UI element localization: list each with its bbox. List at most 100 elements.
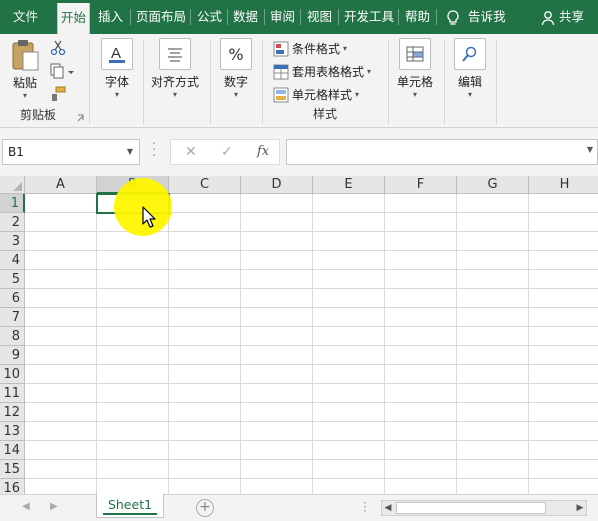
cells-icon — [399, 38, 431, 70]
tab-view[interactable]: 视图 — [307, 0, 332, 34]
lightbulb-icon — [447, 9, 459, 25]
column-header-f[interactable]: F — [385, 176, 457, 194]
share-label: 共享 — [559, 9, 585, 24]
scroll-left-arrow-icon[interactable]: ◀ — [382, 501, 394, 515]
cancel-icon[interactable]: ✕ — [185, 140, 197, 164]
format-painter-icon[interactable] — [50, 86, 66, 102]
row-header-4[interactable]: 4 — [0, 251, 25, 270]
paste-button[interactable]: 粘贴 ▾ — [8, 38, 42, 101]
number-label: 数字 — [223, 75, 248, 89]
tab-insert[interactable]: 插入 — [98, 0, 123, 34]
cells-button[interactable]: 单元格 ▾ — [395, 38, 435, 100]
scroll-right-icon[interactable]: ▶ — [50, 501, 58, 512]
row-header-15[interactable]: 15 — [0, 460, 25, 479]
dialog-launcher-icon[interactable] — [77, 114, 85, 122]
column-header-d[interactable]: D — [241, 176, 313, 194]
row-header-13[interactable]: 13 — [0, 422, 25, 441]
chevron-down-icon: ▾ — [343, 44, 348, 53]
sheet-tab-sheet1[interactable]: Sheet1 — [96, 494, 164, 518]
editing-label: 编辑 — [457, 75, 482, 89]
chevron-down-icon: ▾ — [412, 90, 417, 99]
name-box[interactable]: B1 ▼ — [2, 139, 140, 165]
scroll-right-arrow-icon[interactable]: ▶ — [574, 501, 586, 515]
row-header-3[interactable]: 3 — [0, 232, 25, 251]
cell-style-button[interactable]: 单元格样式 ▾ — [273, 86, 359, 103]
cut-icon[interactable] — [50, 40, 66, 56]
name-box-value: B1 — [8, 145, 24, 159]
column-header-e[interactable]: E — [313, 176, 385, 194]
row-header-9[interactable]: 9 — [0, 346, 25, 365]
ribbon-tab-bar: 文件 开始 插入 页面布局 公式 数据 审阅 视图 开发工具 帮助 告诉我 共享 — [0, 0, 598, 34]
tab-file[interactable]: 文件 — [13, 0, 38, 34]
tell-me-button[interactable]: 告诉我 — [446, 0, 506, 34]
scrollbar-thumb[interactable] — [396, 502, 546, 514]
column-header-a[interactable]: A — [25, 176, 97, 194]
row-header-12[interactable]: 12 — [0, 403, 25, 422]
formula-input[interactable]: ▼ — [286, 139, 598, 165]
chevron-down-icon[interactable]: ▼ — [127, 140, 133, 164]
column-header-c[interactable]: C — [169, 176, 241, 194]
tab-formulas[interactable]: 公式 — [197, 0, 222, 34]
tab-data[interactable]: 数据 — [233, 0, 258, 34]
number-button[interactable]: % 数字 ▾ — [217, 38, 255, 100]
font-button[interactable]: A 字体 ▾ — [98, 38, 136, 100]
confirm-icon[interactable]: ✓ — [221, 140, 233, 164]
sheet-tab-bar: ◀ ▶ Sheet1 + · · · ◀ ▶ — [0, 494, 598, 521]
table-format-label: 套用表格格式 — [292, 65, 365, 79]
select-all-button[interactable] — [0, 176, 25, 194]
svg-text:A: A — [111, 45, 121, 62]
clipboard-group: 粘贴 ▾ 剪贴板 — [0, 34, 88, 128]
row-header-5[interactable]: 5 — [0, 270, 25, 289]
percent-icon: % — [220, 38, 252, 70]
chevron-down-icon: ▾ — [22, 91, 27, 100]
cell-style-label: 单元格样式 — [292, 88, 353, 102]
row-header-6[interactable]: 6 — [0, 289, 25, 308]
row-header-11[interactable]: 11 — [0, 384, 25, 403]
tab-developer[interactable]: 开发工具 — [344, 0, 394, 34]
row-header-16[interactable]: 16 — [0, 479, 25, 494]
tab-help[interactable]: 帮助 — [405, 0, 430, 34]
drag-handle-icon[interactable]: · · · — [152, 138, 156, 163]
splitter-handle-icon[interactable]: · · · — [363, 497, 367, 517]
row-header-14[interactable]: 14 — [0, 441, 25, 460]
add-sheet-button[interactable]: + — [196, 499, 214, 517]
editing-button[interactable]: 编辑 ▾ — [451, 38, 489, 100]
conditional-format-icon — [273, 41, 289, 56]
scroll-left-icon[interactable]: ◀ — [22, 501, 30, 512]
insert-function-icon[interactable]: fx — [257, 140, 269, 164]
table-format-button[interactable]: 套用表格格式 ▾ — [273, 63, 371, 80]
chevron-down-icon[interactable]: ▼ — [587, 145, 593, 154]
conditional-format-button[interactable]: 条件格式 ▾ — [273, 40, 347, 57]
cell-style-icon — [273, 87, 289, 102]
search-icon — [454, 38, 486, 70]
chevron-down-icon: ▾ — [467, 90, 472, 99]
paste-label: 粘贴 — [12, 76, 37, 90]
copy-icon[interactable] — [50, 63, 74, 79]
tab-page-layout[interactable]: 页面布局 — [136, 0, 186, 34]
font-label: 字体 — [104, 75, 129, 89]
tab-home[interactable]: 开始 — [57, 3, 91, 34]
align-icon — [159, 38, 191, 70]
chevron-down-icon: ▾ — [233, 90, 238, 99]
row-header-2[interactable]: 2 — [0, 213, 25, 232]
worksheet-grid[interactable]: A B C D E F G H 1 2 3 4 5 6 7 8 9 10 11 … — [0, 176, 598, 494]
row-header-7[interactable]: 7 — [0, 308, 25, 327]
chevron-down-icon: ▾ — [114, 90, 119, 99]
row-header-10[interactable]: 10 — [0, 365, 25, 384]
row-header-1[interactable]: 1 — [0, 194, 25, 213]
tell-me-label: 告诉我 — [468, 9, 506, 24]
cells-label: 单元格 — [396, 75, 433, 89]
row-header-8[interactable]: 8 — [0, 327, 25, 346]
conditional-format-label: 条件格式 — [292, 42, 341, 56]
alignment-button[interactable]: 对齐方式 ▾ — [148, 38, 202, 100]
styles-group-label: 样式 — [312, 107, 337, 121]
horizontal-scrollbar[interactable]: ◀ ▶ — [381, 500, 587, 516]
chevron-down-icon: ▾ — [172, 90, 177, 99]
mouse-pointer-icon — [142, 206, 156, 228]
tab-review[interactable]: 审阅 — [270, 0, 295, 34]
formula-buttons: ✕ ✓ fx — [170, 139, 280, 165]
cell-area[interactable] — [25, 193, 598, 494]
share-button[interactable]: 共享 — [541, 0, 584, 34]
column-header-g[interactable]: G — [457, 176, 529, 194]
column-header-h[interactable]: H — [529, 176, 598, 194]
